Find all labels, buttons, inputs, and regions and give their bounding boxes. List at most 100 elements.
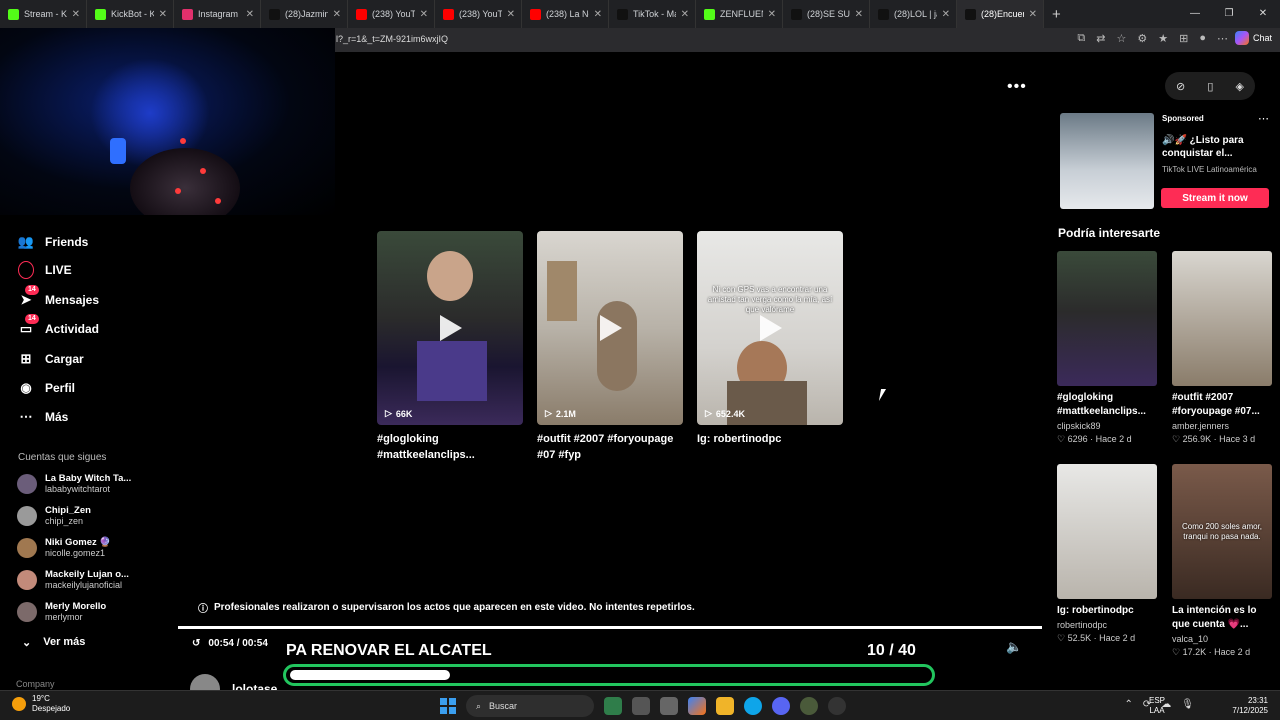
browser-tab[interactable]: Stream - Kick D ✕ — [0, 0, 87, 28]
volume-icon[interactable]: 🔈 — [1006, 639, 1022, 655]
following-item[interactable]: Niki Gomez 🔮 nicolle.gomez1 — [17, 537, 111, 558]
recommend-thumbnail[interactable] — [1057, 464, 1157, 599]
chevron-up-icon[interactable]: ⌃ — [1125, 699, 1133, 710]
recommend-author[interactable]: clipskick89 — [1057, 421, 1157, 431]
close-tab-icon[interactable]: ✕ — [72, 9, 80, 20]
ad-title[interactable]: 🔊🚀 ¿Listo para conquistar el... — [1162, 134, 1262, 160]
close-tab-icon[interactable]: ✕ — [594, 9, 602, 20]
extensions-icon[interactable]: ⚙ — [1137, 32, 1147, 45]
browser-tab[interactable]: (238) YouTube ✕ — [348, 0, 435, 28]
video-thumbnail[interactable]: ▷ 66K — [377, 231, 523, 425]
close-tab-icon[interactable]: ✕ — [942, 9, 950, 20]
store-icon[interactable] — [660, 697, 678, 715]
weather-widget[interactable]: 19°C Despejado — [12, 694, 70, 714]
app-icon[interactable] — [800, 697, 818, 715]
video-card[interactable]: Ni con GPS vas a encontrar una amistad t… — [697, 231, 843, 447]
collections-icon[interactable]: ⊞ — [1179, 32, 1188, 45]
stream-it-now-button[interactable]: Stream it now — [1161, 188, 1269, 208]
browser-tab[interactable]: (238) La Noche ✕ — [522, 0, 609, 28]
ad-thumbnail[interactable] — [1060, 113, 1154, 209]
following-item[interactable]: Chipi_Zen chipi_zen — [17, 505, 91, 526]
sidebar-item-live[interactable]: LIVE — [18, 261, 72, 279]
copilot-app-icon[interactable] — [688, 697, 706, 715]
see-more-button[interactable]: ⌄ Ver más — [22, 636, 85, 649]
video-caption[interactable]: Ig: robertinodpc — [697, 431, 843, 447]
following-item[interactable]: Merly Morello merlymor — [17, 601, 106, 622]
discord-icon[interactable] — [772, 697, 790, 715]
obs-icon[interactable] — [828, 697, 846, 715]
close-tab-icon[interactable]: ✕ — [420, 9, 428, 20]
device-icon[interactable]: ▯ — [1207, 80, 1213, 93]
video-caption[interactable]: #glogloking #mattkeelanclips... — [377, 431, 523, 463]
recommend-card[interactable]: #outfit #2007 #foryoupage #07... amber.j… — [1172, 251, 1272, 445]
recommend-caption[interactable]: #glogloking #mattkeelanclips... — [1057, 391, 1157, 419]
video-progress-bar[interactable] — [178, 626, 1042, 629]
close-tab-icon[interactable]: ✕ — [681, 9, 689, 20]
favorites-icon[interactable]: ★ — [1158, 32, 1168, 45]
replay-icon[interactable]: ↺ — [192, 638, 200, 649]
sidebar-item-profile[interactable]: ◉ Perfil — [18, 380, 75, 396]
browser-tab[interactable]: (238) YouTube ✕ — [435, 0, 522, 28]
close-tab-icon[interactable]: ✕ — [333, 9, 341, 20]
more-options-icon[interactable]: ••• — [1007, 78, 1027, 96]
microphone-icon[interactable]: 🎙 — [1181, 699, 1194, 710]
new-tab-button[interactable]: + — [1052, 6, 1061, 23]
recommend-thumbnail[interactable] — [1057, 251, 1157, 386]
video-thumbnail[interactable]: Ni con GPS vas a encontrar una amistad t… — [697, 231, 843, 425]
close-tab-icon[interactable]: ✕ — [768, 9, 776, 20]
taskbar-search[interactable]: ⌕ Buscar — [466, 695, 594, 717]
menu-dots-icon[interactable]: ⋯ — [1217, 32, 1228, 45]
video-card[interactable]: ▷ 66K #glogloking #mattkeelanclips... — [377, 231, 523, 463]
close-window-icon[interactable]: ✕ — [1246, 0, 1280, 28]
recommend-card[interactable]: Ig: robertinodpc robertinodpc ♡ 52.5K · … — [1057, 464, 1157, 644]
file-explorer-icon[interactable] — [716, 697, 734, 715]
minimize-icon[interactable]: — — [1178, 0, 1212, 28]
browser-tab[interactable]: Instagram ✕ — [174, 0, 261, 28]
recommend-author[interactable]: valca_10 — [1172, 634, 1272, 644]
browser-tab[interactable]: TikTok - Make ✕ — [609, 0, 696, 28]
close-tab-icon[interactable]: ✕ — [855, 9, 863, 20]
browser-tab[interactable]: ZENFLUEN ✕ — [696, 0, 783, 28]
browser-tab[interactable]: (28)Jazmincaye ✕ — [261, 0, 348, 28]
recommend-thumbnail[interactable]: Como 200 soles amor, tranqui no pasa nad… — [1172, 464, 1272, 599]
close-tab-icon[interactable]: ✕ — [507, 9, 515, 20]
following-item[interactable]: Mackeily Lujan o... mackeilylujanoficial — [17, 569, 129, 590]
recommend-thumbnail[interactable] — [1172, 251, 1272, 386]
video-caption[interactable]: #outfit #2007 #foryoupage #07 #fyp — [537, 431, 683, 463]
open-external-icon[interactable]: ⧉ — [1077, 32, 1085, 45]
recommend-caption[interactable]: #outfit #2007 #foryoupage #07... — [1172, 391, 1272, 419]
browser-tab[interactable]: (28)LOL | jazmi ✕ — [870, 0, 957, 28]
recommend-caption[interactable]: Ig: robertinodpc — [1057, 604, 1157, 618]
translate-icon[interactable]: ⇄ — [1096, 32, 1105, 45]
language-indicator[interactable]: ESP LAA — [1149, 696, 1165, 716]
sidebar-item-activity[interactable]: ▭ 14 Actividad — [18, 314, 99, 337]
copilot-chat-button[interactable]: Chat — [1234, 31, 1272, 45]
recommend-card[interactable]: #glogloking #mattkeelanclips... clipskic… — [1057, 251, 1157, 445]
sidebar-item-messages[interactable]: ➤ 14 Mensajes — [18, 285, 99, 308]
recommend-author[interactable]: robertinodpc — [1057, 620, 1157, 630]
user-avatar-icon[interactable]: ◈ — [1235, 80, 1243, 93]
recommend-card[interactable]: Como 200 soles amor, tranqui no pasa nad… — [1172, 464, 1272, 658]
widgets-app-icon[interactable] — [604, 697, 622, 715]
favorite-star-icon[interactable]: ☆ — [1117, 32, 1127, 45]
recommend-caption[interactable]: La intención es lo que cuenta 💗... — [1172, 604, 1272, 632]
windows-start-icon[interactable] — [440, 698, 456, 714]
task-view-icon[interactable] — [632, 697, 650, 715]
browser-tab[interactable]: (28)Encuentro ✕ — [957, 0, 1044, 28]
close-tab-icon[interactable]: ✕ — [246, 9, 254, 20]
taskbar-clock[interactable]: 23:31 7/12/2025 — [1232, 696, 1268, 716]
ad-more-icon[interactable]: ⋯ — [1258, 112, 1269, 125]
browser-tab[interactable]: (28)SE SUMA U ✕ — [783, 0, 870, 28]
edge-browser-icon[interactable] — [744, 697, 762, 715]
recommend-author[interactable]: amber.jenners — [1172, 421, 1272, 431]
following-item[interactable]: La Baby Witch Ta... lababywitchtarot — [17, 473, 131, 494]
video-thumbnail[interactable]: ▷ 2.1M — [537, 231, 683, 425]
close-tab-icon[interactable]: ✕ — [159, 9, 167, 20]
sidebar-item-upload[interactable]: ⊞ Cargar — [18, 351, 84, 367]
profile-avatar-icon[interactable]: ● — [1199, 32, 1206, 45]
sidebar-item-more[interactable]: ⋯ Más — [18, 409, 69, 425]
company-link[interactable]: Company — [16, 679, 55, 689]
compass-icon[interactable]: ⊘ — [1176, 80, 1185, 93]
video-card[interactable]: ▷ 2.1M #outfit #2007 #foryoupage #07 #fyp — [537, 231, 683, 463]
close-tab-icon[interactable]: ✕ — [1029, 9, 1037, 20]
